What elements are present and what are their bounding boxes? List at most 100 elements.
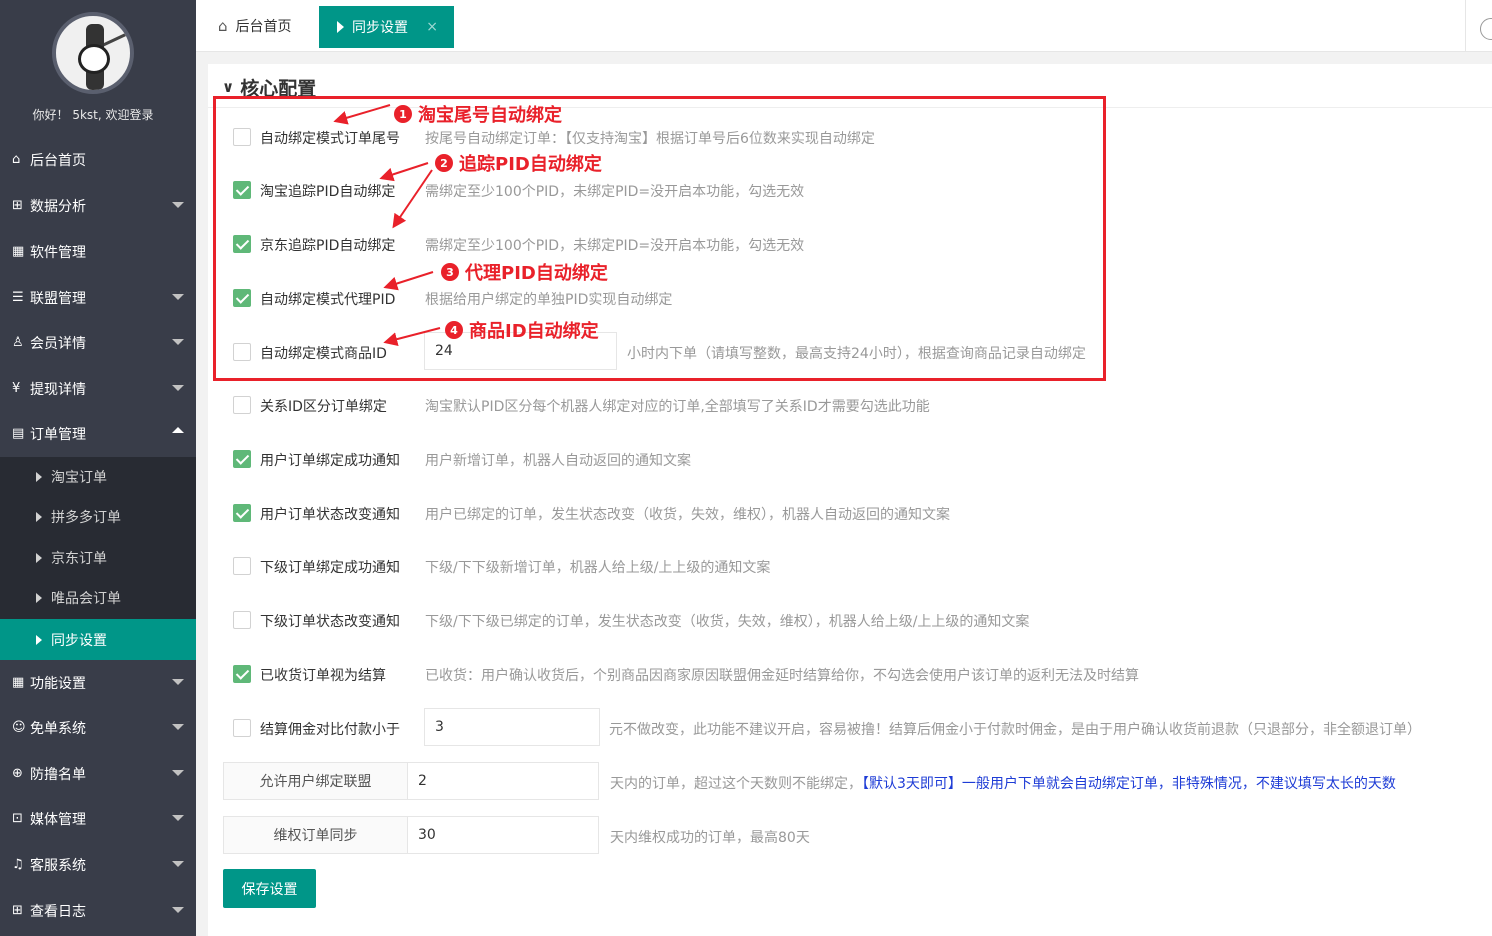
setting-desc: 已收货：用户确认收货后，个别商品因商家原因联盟佣金延时结算给你，不勾选会使用户该… <box>425 668 1139 684</box>
sidebar-subitem-label: 淘宝订单 <box>51 470 107 486</box>
sidebar-item-label: 提现详情 <box>30 381 86 398</box>
more-icon[interactable] <box>1480 18 1492 40</box>
caret-down-icon <box>172 202 184 208</box>
bind-days-input[interactable] <box>407 762 599 800</box>
avatar[interactable] <box>52 12 134 94</box>
save-button[interactable]: 保存设置 <box>223 869 316 908</box>
caret-down-icon <box>172 724 184 730</box>
sidebar-item-members[interactable]: ♙ 会员详情 <box>0 320 196 365</box>
setting-desc: 淘宝默认PID区分每个机器人绑定对应的订单,全部填写了关系ID才需要勾选此功能 <box>425 399 930 415</box>
setting-row: 关系ID区分订单绑定 淘宝默认PID区分每个机器人绑定对应的订单,全部填写了关系… <box>208 385 1492 425</box>
setting-desc: 小时内下单（请填写整数，最高支持24小时），根据查询商品记录自动绑定 <box>627 346 1086 362</box>
checkbox[interactable] <box>233 557 251 575</box>
tab-bar: ⌂ 后台首页 同步设置 × <box>196 0 1492 52</box>
sidebar-item-alliance[interactable]: ☰ 联盟管理 <box>0 275 196 320</box>
sidebar-item-label: 查看日志 <box>30 903 86 920</box>
sidebar-item-service[interactable]: ♫ 客服系统 <box>0 842 196 887</box>
divider <box>1465 0 1466 52</box>
setting-desc: 根据给用户绑定的单独PID实现自动绑定 <box>425 292 673 308</box>
sidebar-item-label: 软件管理 <box>30 244 86 261</box>
checkbox[interactable] <box>233 181 251 199</box>
sidebar-item-label: 会员详情 <box>30 335 86 352</box>
annotation-text: 代理PID自动绑定 <box>465 263 608 284</box>
panel-title[interactable]: ∨ 核心配置 <box>222 72 316 102</box>
triangle-right-icon <box>337 21 344 33</box>
sidebar-item-software[interactable]: ▦ 软件管理 <box>0 229 196 274</box>
sidebar: 你好！ 5kst, 欢迎登录 ⌂ 后台首页 ⊞ 数据分析 ▦ 软件管理 ☰ 联盟… <box>0 0 196 936</box>
setting-row: 自动绑定模式商品ID 小时内下单（请填写整数，最高支持24小时），根据查询商品记… <box>208 332 1492 372</box>
chevron-down-icon: ∨ <box>222 78 235 96</box>
checkbox[interactable] <box>233 343 251 361</box>
setting-label: 用户订单绑定成功通知 <box>260 453 400 469</box>
setting-label: 淘宝追踪PID自动绑定 <box>260 184 396 200</box>
caret-down-icon <box>172 907 184 913</box>
rights-days-input[interactable] <box>407 816 599 854</box>
sidebar-item-blacklist[interactable]: ⊕ 防撸名单 <box>0 751 196 796</box>
user-icon: ♙ <box>12 335 24 350</box>
sidebar-item-data-analysis[interactable]: ⊞ 数据分析 <box>0 183 196 228</box>
checkbox[interactable] <box>233 235 251 253</box>
image-icon: ⊡ <box>12 811 23 826</box>
setting-row: 淘宝追踪PID自动绑定 需绑定至少100个PID，未绑定PID=没开启本功能，勾… <box>208 170 1492 210</box>
checkbox[interactable] <box>233 504 251 522</box>
sidebar-subitem-label: 同步设置 <box>51 632 107 649</box>
sidebar-item-label: 客服系统 <box>30 857 86 874</box>
sidebar-item-withdraw[interactable]: ¥ 提现详情 <box>0 366 196 411</box>
setting-desc: 下级/下下级新增订单，机器人给上级/上上级的通知文案 <box>425 560 771 576</box>
setting-desc: 下级/下下级已绑定的订单，发生状态改变（收货，失效，维权），机器人给上级/上上级… <box>425 614 1030 630</box>
setting-label: 已收货订单视为结算 <box>260 668 386 684</box>
caret-down-icon <box>172 815 184 821</box>
setting-row: 用户订单绑定成功通知 用户新增订单，机器人自动返回的通知文案 <box>208 439 1492 479</box>
commission-input[interactable] <box>424 708 600 746</box>
checkbox[interactable] <box>233 450 251 468</box>
sidebar-item-label: 后台首页 <box>30 152 86 169</box>
sidebar-item-label: 联盟管理 <box>30 290 86 307</box>
sidebar-item-orders[interactable]: ▤ 订单管理 <box>0 411 196 456</box>
annotation-2: 2 追踪PID自动绑定 <box>435 150 602 176</box>
setting-desc: 元不做改变，此功能不建议开启，容易被撸！结算后佣金小于付款时佣金，是由于用户确认… <box>609 722 1421 738</box>
sidebar-subitem-jd[interactable]: 京东订单 <box>0 538 196 578</box>
checkbox[interactable] <box>233 665 251 683</box>
sidebar-item-label: 功能设置 <box>30 675 86 692</box>
sidebar-item-home[interactable]: ⌂ 后台首页 <box>0 137 196 182</box>
setting-label: 自动绑定模式代理PID <box>260 292 396 308</box>
annotation-text: 追踪PID自动绑定 <box>459 154 602 175</box>
setting-label: 下级订单状态改变通知 <box>260 614 400 630</box>
setting-desc: 天内的订单，超过这个天数则不能绑定，【默认3天即可】一般用户下单就会自动绑定订单… <box>610 773 1396 793</box>
checkbox[interactable] <box>233 719 251 737</box>
triangle-right-icon <box>36 553 42 563</box>
sidebar-subitem-taobao[interactable]: 淘宝订单 <box>0 457 196 497</box>
setting-label: 允许用户绑定联盟 <box>223 762 408 800</box>
setting-label: 用户订单状态改变通知 <box>260 507 400 523</box>
checkbox[interactable] <box>233 128 251 146</box>
tab-home[interactable]: ⌂ 后台首页 <box>218 14 292 38</box>
sidebar-subitem-pdd[interactable]: 拼多多订单 <box>0 497 196 537</box>
checkbox[interactable] <box>233 611 251 629</box>
caret-down-icon <box>172 679 184 685</box>
welcome-text: 你好！ 5kst, 欢迎登录 <box>32 108 154 122</box>
sidebar-item-free-order[interactable]: ☺ 免单系统 <box>0 705 196 750</box>
sidebar-item-label: 媒体管理 <box>30 811 86 828</box>
sidebar-subitem-vip[interactable]: 唯品会订单 <box>0 578 196 618</box>
sidebar-subitem-label: 唯品会订单 <box>51 591 121 607</box>
annotation-number: 3 <box>441 263 459 281</box>
checkbox[interactable] <box>233 396 251 414</box>
setting-row: 自动绑定模式代理PID 根据给用户绑定的单独PID实现自动绑定 <box>208 278 1492 318</box>
tab-sync-settings[interactable]: 同步设置 × <box>319 6 454 48</box>
setting-label: 下级订单绑定成功通知 <box>260 560 400 576</box>
checkbox[interactable] <box>233 289 251 307</box>
setting-label: 自动绑定模式商品ID <box>260 346 387 362</box>
sidebar-item-logs[interactable]: ⊞ 查看日志 <box>0 888 196 933</box>
settings-panel: ∨ 核心配置 自动绑定模式订单尾号 按尾号自动绑定订单：【仅支持淘宝】根据订单号… <box>208 64 1492 936</box>
sidebar-item-media[interactable]: ⊡ 媒体管理 <box>0 796 196 841</box>
sidebar-subitem-sync[interactable]: 同步设置 <box>0 619 196 660</box>
setting-label: 维权订单同步 <box>223 816 408 854</box>
sidebar-item-features[interactable]: ▦ 功能设置 <box>0 660 196 705</box>
setting-label: 关系ID区分订单绑定 <box>260 399 387 415</box>
caret-down-icon <box>172 294 184 300</box>
setting-row: 结算佣金对比付款小于 元不做改变，此功能不建议开启，容易被撸！结算后佣金小于付款… <box>208 708 1492 748</box>
sidebar-item-label: 防撸名单 <box>30 766 86 783</box>
close-icon[interactable]: × <box>426 19 438 35</box>
annotation-number: 1 <box>394 105 412 123</box>
annotation-4: 4 商品ID自动绑定 <box>445 317 599 343</box>
